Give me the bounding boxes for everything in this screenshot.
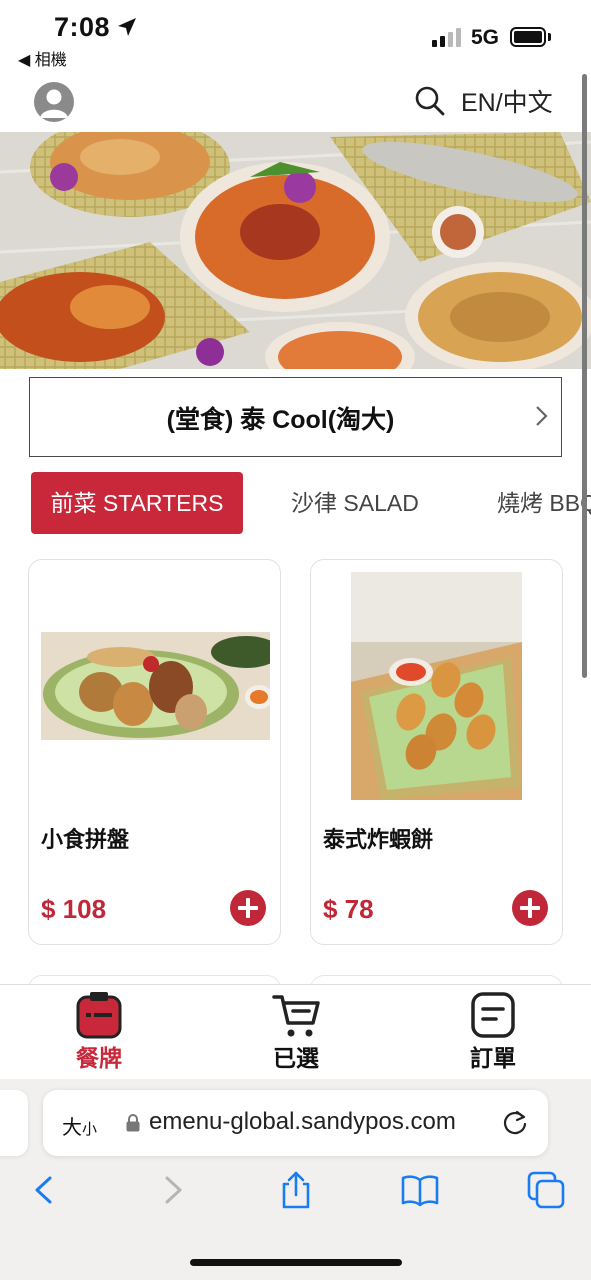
user-avatar-icon[interactable]	[34, 82, 74, 122]
forward-arrow-icon[interactable]	[152, 1170, 192, 1210]
menu-icon	[76, 992, 122, 1039]
reload-icon[interactable]	[501, 1109, 529, 1137]
tab-starters[interactable]: 前菜 STARTERS	[31, 472, 243, 534]
product-price: $ 108	[41, 894, 107, 924]
chevron-right-icon	[536, 406, 548, 426]
product-image	[41, 632, 270, 740]
battery-icon	[510, 27, 546, 47]
nav-orders[interactable]: 訂單	[433, 991, 553, 1073]
nav-cart[interactable]: 已選	[236, 991, 356, 1073]
product-price: $ 78	[323, 894, 374, 924]
product-card[interactable]: 小食拼盤 $ 108	[28, 559, 281, 945]
previous-tab-preview[interactable]	[0, 1090, 28, 1156]
url-text: emenu-global.sandypos.com	[149, 1108, 456, 1135]
network-type: 5G	[471, 26, 500, 49]
bookmarks-icon[interactable]	[400, 1170, 440, 1210]
battery-tip	[548, 33, 551, 41]
store-selector[interactable]: (堂食) 泰 Cool(淘大)	[29, 377, 562, 457]
lock-icon	[126, 1114, 140, 1132]
back-to-camera-link[interactable]: ◀ 相機	[18, 46, 67, 70]
tab-bbq[interactable]: 燒烤 BBQ	[497, 472, 591, 534]
product-name: 小食拼盤	[41, 827, 130, 852]
tabs-icon[interactable]	[526, 1170, 566, 1210]
page-scrollbar[interactable]	[582, 74, 587, 678]
language-toggle-button[interactable]: EN/中文	[461, 83, 553, 119]
order-icon	[471, 992, 515, 1038]
tab-salad[interactable]: 沙律 SALAD	[291, 472, 419, 534]
product-image	[351, 572, 522, 800]
status-bar: 7:08 ◀ 相機 5G	[0, 0, 591, 72]
app-header: EN/中文	[0, 72, 591, 132]
cart-icon	[272, 995, 320, 1037]
add-to-cart-button[interactable]	[512, 890, 548, 926]
address-bar[interactable]: 大小 emenu-global.sandypos.com	[43, 1090, 548, 1156]
nav-menu-label: 餐牌	[76, 1045, 122, 1071]
location-arrow-icon	[118, 18, 136, 36]
text-size-label: 大	[62, 1117, 82, 1139]
nav-orders-label: 訂單	[470, 1045, 516, 1071]
status-time: 7:08	[54, 12, 111, 42]
product-name: 泰式炸蝦餅	[323, 827, 434, 852]
add-to-cart-button[interactable]	[230, 890, 266, 926]
bottom-navigation: 餐牌 已選 訂單	[0, 984, 591, 1079]
share-icon[interactable]	[276, 1170, 316, 1210]
hero-banner-image	[0, 132, 591, 369]
category-tabs: 前菜 STARTERS 沙律 SALAD 燒烤 BBQ	[0, 472, 591, 536]
product-card[interactable]: 泰式炸蝦餅 $ 78	[310, 559, 563, 945]
nav-cart-label: 已選	[273, 1045, 319, 1071]
nav-menu[interactable]: 餐牌	[39, 991, 159, 1073]
search-icon[interactable]	[413, 84, 447, 118]
home-indicator	[190, 1259, 402, 1266]
store-name: (堂食) 泰 Cool(淘大)	[166, 406, 395, 434]
back-arrow-icon[interactable]	[25, 1170, 65, 1210]
text-size-button[interactable]: 大小	[62, 1111, 97, 1140]
text-size-small-label: 小	[82, 1121, 98, 1138]
cellular-signal-icon	[432, 28, 461, 47]
